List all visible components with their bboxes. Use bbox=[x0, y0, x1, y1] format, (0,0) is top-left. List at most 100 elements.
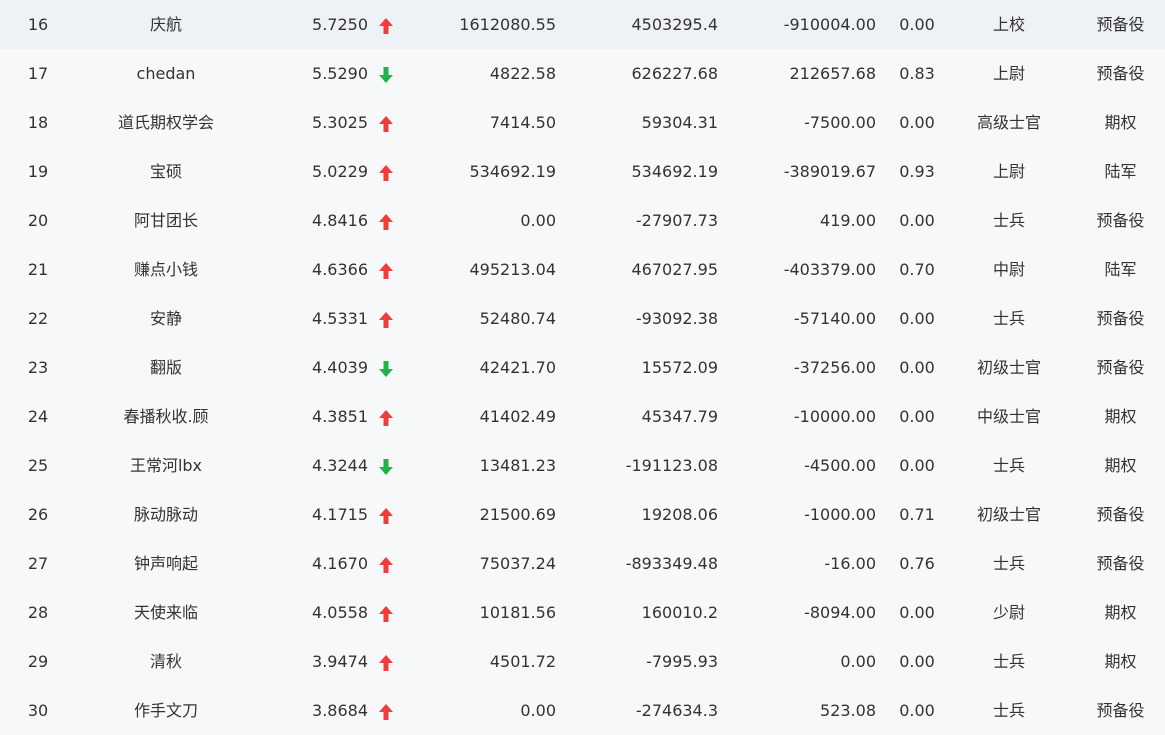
ratio-value: 0.00 bbox=[899, 701, 935, 720]
rank-cell: 24 bbox=[27, 407, 49, 426]
value-column-1: 0.00 bbox=[520, 701, 556, 720]
table-row[interactable]: 27 钟声响起 4.1670 75037.24 -893349.48 -16.00 0.76… bbox=[0, 539, 1165, 588]
arrow-up-icon bbox=[379, 605, 393, 622]
table-row[interactable]: 18 道氏期权学会 5.3025 7414.50 59304.31 -7500.00 0.0… bbox=[0, 98, 1165, 147]
arrow-up-icon bbox=[379, 17, 393, 34]
ratio-value: 0.70 bbox=[899, 260, 935, 279]
value-column-2: 15572.09 bbox=[641, 358, 718, 377]
arrow-up-icon bbox=[379, 164, 393, 181]
trend-indicator bbox=[376, 294, 396, 343]
trend-indicator bbox=[376, 490, 396, 539]
value-column-1: 7414.50 bbox=[489, 113, 556, 132]
account-type: 预备役 bbox=[1096, 15, 1145, 34]
rank-cell: 16 bbox=[27, 15, 49, 34]
table-row[interactable]: 24 春播秋收.顾 4.3851 41402.49 45347.79 -10000.00 0… bbox=[0, 392, 1165, 441]
account-type: 预备役 bbox=[1096, 309, 1145, 328]
user-name: 宝硕 bbox=[149, 162, 182, 181]
military-rank-title: 初级士官 bbox=[976, 505, 1041, 524]
rank-cell: 17 bbox=[27, 64, 49, 83]
military-rank-title: 士兵 bbox=[992, 211, 1025, 230]
value-column-3: -1000.00 bbox=[804, 505, 876, 524]
military-rank-title: 上尉 bbox=[992, 64, 1025, 83]
value-column-2: -7995.93 bbox=[646, 652, 718, 671]
arrow-up-icon bbox=[379, 654, 393, 671]
table-row[interactable]: 25 王常河lbx 4.3244 13481.23 -191123.08 -4500.00… bbox=[0, 441, 1165, 490]
ranking-table: 16 庆航 5.7250 1612080.55 4503295.4 -910004.00 0… bbox=[0, 0, 1165, 732]
arrow-down-icon bbox=[379, 66, 393, 83]
value-column-1: 52480.74 bbox=[479, 309, 556, 328]
table-row[interactable]: 19 宝硕 5.0229 534692.19 534692.19 -389019.67 0.… bbox=[0, 147, 1165, 196]
value-column-2: -274634.3 bbox=[635, 701, 718, 720]
military-rank-title: 士兵 bbox=[992, 554, 1025, 573]
value-column-3: -910004.00 bbox=[783, 15, 876, 34]
score-value: 4.1715 bbox=[312, 505, 368, 524]
value-column-1: 41402.49 bbox=[479, 407, 556, 426]
table-row[interactable]: 29 清秋 3.9474 4501.72 -7995.93 0.00 0.00 士兵 期权 bbox=[0, 637, 1165, 686]
arrow-up-icon bbox=[379, 409, 393, 426]
table-row[interactable]: 16 庆航 5.7250 1612080.55 4503295.4 -910004.00 0… bbox=[0, 0, 1165, 49]
account-type: 陆军 bbox=[1104, 260, 1137, 279]
user-name: 安静 bbox=[149, 309, 182, 328]
rank-cell: 28 bbox=[27, 603, 49, 622]
account-type: 期权 bbox=[1104, 603, 1137, 622]
table-row[interactable]: 21 赚点小钱 4.6366 495213.04 467027.95 -403379.00… bbox=[0, 245, 1165, 294]
military-rank-title: 上尉 bbox=[992, 162, 1025, 181]
rank-cell: 22 bbox=[27, 309, 49, 328]
score-value: 4.8416 bbox=[312, 211, 368, 230]
score-value: 5.5290 bbox=[312, 64, 368, 83]
value-column-3: -403379.00 bbox=[783, 260, 876, 279]
rank-cell: 26 bbox=[27, 505, 49, 524]
value-column-1: 4501.72 bbox=[489, 652, 556, 671]
ratio-value: 0.00 bbox=[899, 652, 935, 671]
rank-cell: 25 bbox=[27, 456, 49, 475]
value-column-2: -27907.73 bbox=[635, 211, 718, 230]
trend-indicator bbox=[376, 196, 396, 245]
value-column-2: 534692.19 bbox=[631, 162, 718, 181]
ratio-value: 0.00 bbox=[899, 407, 935, 426]
value-column-2: 160010.2 bbox=[641, 603, 718, 622]
ratio-value: 0.00 bbox=[899, 211, 935, 230]
user-name: 王常河lbx bbox=[129, 456, 203, 475]
table-row[interactable]: 30 作手文刀 3.8684 0.00 -274634.3 523.08 0.00 士兵 预备役 bbox=[0, 686, 1165, 735]
military-rank-title: 中级士官 bbox=[976, 407, 1041, 426]
arrow-up-icon bbox=[379, 115, 393, 132]
score-value: 4.4039 bbox=[312, 358, 368, 377]
value-column-2: 467027.95 bbox=[631, 260, 718, 279]
user-name: 作手文刀 bbox=[133, 701, 198, 720]
trend-indicator bbox=[376, 637, 396, 686]
arrow-up-icon bbox=[379, 556, 393, 573]
account-type: 预备役 bbox=[1096, 64, 1145, 83]
value-column-1: 13481.23 bbox=[479, 456, 556, 475]
rank-cell: 18 bbox=[27, 113, 49, 132]
military-rank-title: 高级士官 bbox=[976, 113, 1041, 132]
table-row[interactable]: 20 阿甘团长 4.8416 0.00 -27907.73 419.00 0.00 士兵 预备役 bbox=[0, 196, 1165, 245]
score-value: 5.0229 bbox=[312, 162, 368, 181]
account-type: 期权 bbox=[1104, 652, 1137, 671]
value-column-3: 0.00 bbox=[840, 652, 876, 671]
account-type: 预备役 bbox=[1096, 701, 1145, 720]
table-row[interactable]: 22 安静 4.5331 52480.74 -93092.38 -57140.00 0.00… bbox=[0, 294, 1165, 343]
table-row[interactable]: 23 翻版 4.4039 42421.70 15572.09 -37256.00 0.00 初… bbox=[0, 343, 1165, 392]
military-rank-title: 初级士官 bbox=[976, 358, 1041, 377]
value-column-2: 19208.06 bbox=[641, 505, 718, 524]
arrow-up-icon bbox=[379, 507, 393, 524]
score-value: 5.3025 bbox=[312, 113, 368, 132]
trend-indicator bbox=[376, 245, 396, 294]
table-row[interactable]: 26 脉动脉动 4.1715 21500.69 19208.06 -1000.00 0.71… bbox=[0, 490, 1165, 539]
value-column-3: -10000.00 bbox=[793, 407, 876, 426]
rank-cell: 20 bbox=[27, 211, 49, 230]
value-column-2: -893349.48 bbox=[625, 554, 718, 573]
table-row[interactable]: 28 天使来临 4.0558 10181.56 160010.2 -8094.00 0.00… bbox=[0, 588, 1165, 637]
rank-cell: 23 bbox=[27, 358, 49, 377]
account-type: 陆军 bbox=[1104, 162, 1137, 181]
account-type: 预备役 bbox=[1096, 211, 1145, 230]
user-name: 阿甘团长 bbox=[133, 211, 198, 230]
value-column-2: 45347.79 bbox=[641, 407, 718, 426]
ratio-value: 0.00 bbox=[899, 113, 935, 132]
value-column-2: 59304.31 bbox=[641, 113, 718, 132]
user-name: 赚点小钱 bbox=[133, 260, 198, 279]
table-row[interactable]: 17 chedan 5.5290 4822.58 626227.68 212657.68 0… bbox=[0, 49, 1165, 98]
account-type: 期权 bbox=[1104, 113, 1137, 132]
arrow-up-icon bbox=[379, 703, 393, 720]
trend-indicator bbox=[376, 588, 396, 637]
